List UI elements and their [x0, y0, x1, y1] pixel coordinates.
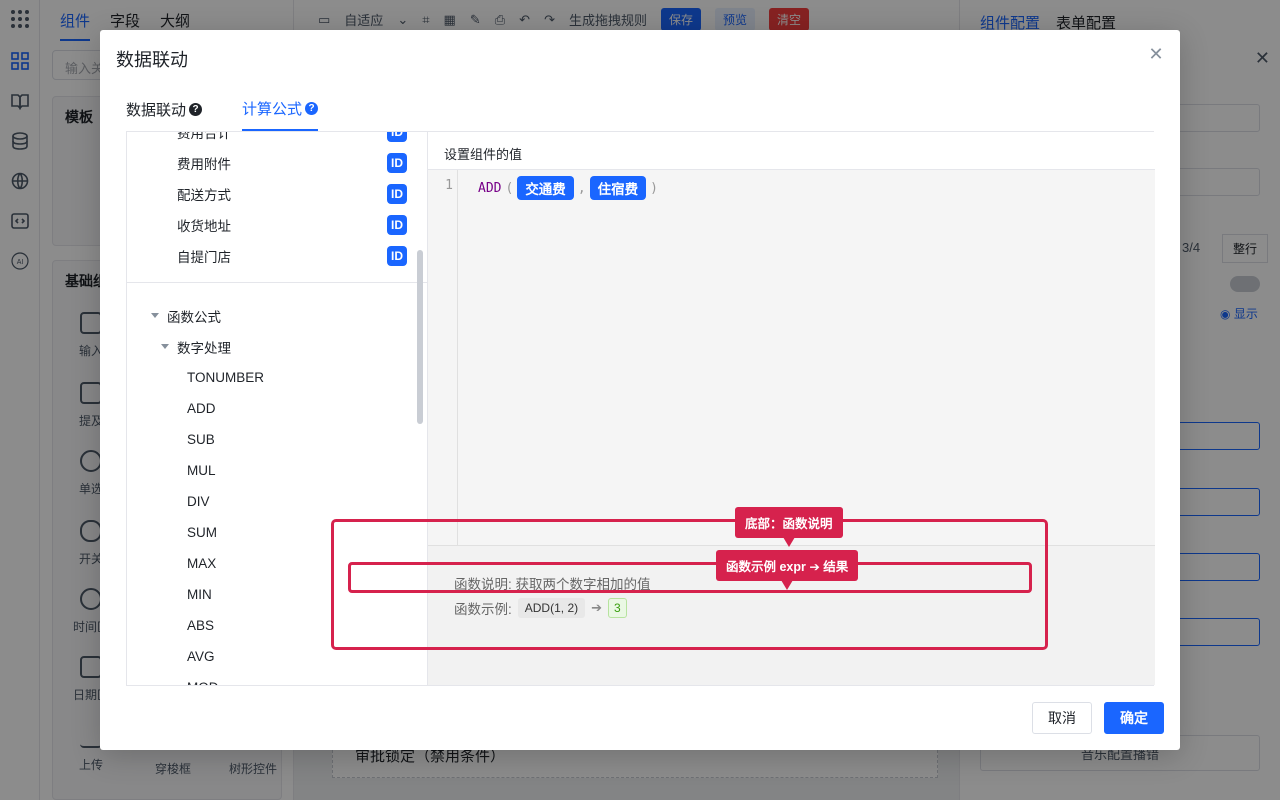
field-item[interactable]: 收货地址 ID [127, 209, 417, 240]
modal-tabs: 数据联动 ? 计算公式 ? [126, 98, 319, 131]
highlight-frame-example [348, 562, 1032, 593]
formula-paren: ( [505, 180, 514, 196]
function-subgroup[interactable]: 数字处理 [127, 331, 417, 362]
function-item[interactable]: MUL [127, 455, 417, 486]
field-item[interactable]: 费用附件 ID [127, 147, 417, 178]
help-icon[interactable]: ? [189, 103, 203, 116]
close-icon[interactable]: ✕ [1146, 44, 1166, 64]
editor-title: 设置组件的值 [428, 132, 1155, 170]
field-chip[interactable]: 住宿费 [589, 176, 647, 200]
line-number: 1 [428, 170, 458, 545]
callout-bottom-description: 底部：函数说明 [735, 507, 843, 547]
modal-title: 数据联动 [116, 50, 188, 70]
help-icon[interactable]: ? [305, 102, 319, 115]
id-badge[interactable]: ID [387, 245, 407, 266]
id-badge[interactable]: ID [387, 152, 407, 173]
tab-data-linkage[interactable]: 数据联动 ? [126, 98, 203, 131]
tab-label: 数据联动 [126, 102, 187, 119]
field-item[interactable]: 配送方式 ID [127, 178, 417, 209]
function-item[interactable]: DIV [127, 486, 417, 517]
formula-paren: ) [650, 180, 658, 196]
caret-down-icon [151, 313, 159, 318]
field-item[interactable]: 费用合计ID [127, 132, 417, 147]
divider [127, 282, 427, 283]
id-badge[interactable]: ID [387, 214, 407, 235]
function-item[interactable]: SUB [127, 424, 417, 455]
function-group[interactable]: 函数公式 [127, 300, 417, 331]
function-item[interactable]: ADD [127, 393, 417, 424]
function-item[interactable]: MOD [127, 672, 417, 685]
callout-example: 函数示例 expr ➔ 结果 [716, 550, 859, 590]
caret-down-icon [161, 344, 169, 349]
tab-formula[interactable]: 计算公式 ? [242, 98, 319, 131]
formula-comma: , [577, 180, 586, 196]
formula-code-line[interactable]: ADD ( 交通费 , 住宿费 ) [478, 176, 658, 200]
tab-label: 计算公式 [242, 101, 303, 118]
formula-function: ADD [478, 180, 502, 196]
id-badge[interactable]: ID [387, 183, 407, 204]
id-badge[interactable]: ID [387, 132, 407, 142]
tree-scrollbar[interactable] [417, 250, 423, 424]
field-chip[interactable]: 交通费 [517, 176, 574, 200]
function-item[interactable]: TONUMBER [127, 362, 417, 393]
formula-editor[interactable]: 1 ADD ( 交通费 , 住宿费 ) [428, 170, 1155, 545]
cancel-button[interactable]: 取消 [1032, 702, 1092, 734]
field-item[interactable]: 自提门店 ID [127, 240, 417, 271]
confirm-button[interactable]: 确定 [1104, 702, 1164, 734]
